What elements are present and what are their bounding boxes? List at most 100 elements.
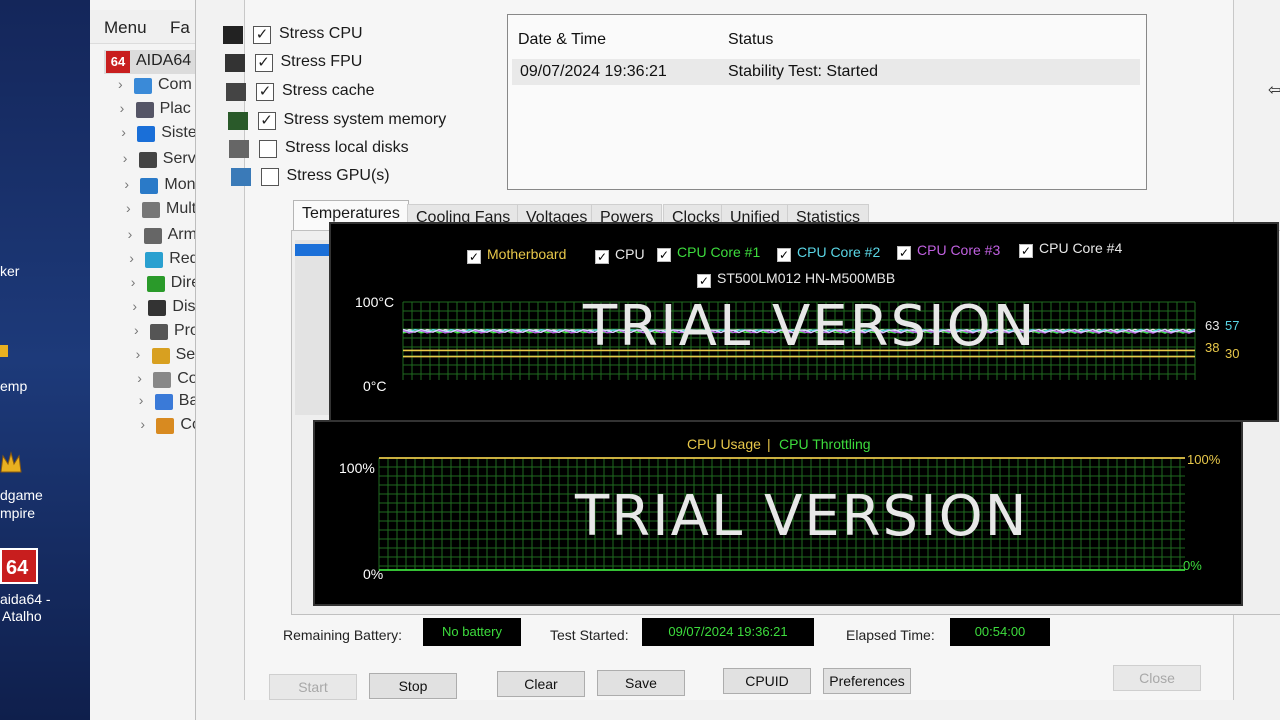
start-button[interactable]: Start xyxy=(269,674,357,700)
benchmark-icon xyxy=(156,418,175,434)
stress-label[interactable]: Stress system memory xyxy=(284,111,447,129)
chevron-right-icon[interactable]: › xyxy=(129,250,134,266)
chevron-right-icon[interactable]: › xyxy=(140,416,145,432)
chevron-right-icon[interactable]: › xyxy=(131,274,136,290)
cpu-icon xyxy=(223,26,243,44)
save-button[interactable]: Save xyxy=(597,670,685,696)
stress-checkbox[interactable]: ✓ xyxy=(253,26,271,44)
tree-root-label: AIDA64 xyxy=(136,52,192,69)
programs-icon xyxy=(150,324,168,340)
tree-item-label: Com xyxy=(158,76,192,93)
aida64-logo-icon: 64 xyxy=(106,51,130,73)
resize-cursor-icon: ⇦ xyxy=(1268,82,1280,99)
stress-checkbox[interactable] xyxy=(259,140,277,158)
config-icon xyxy=(153,372,172,388)
stop-button[interactable]: Stop xyxy=(369,673,457,699)
gpu-icon xyxy=(230,168,251,186)
log-cell-date: 09/07/2024 19:36:21 xyxy=(520,63,667,80)
cpuid-button[interactable]: CPUID xyxy=(723,668,811,694)
close-button[interactable]: Close xyxy=(1113,665,1201,691)
chevron-right-icon[interactable]: › xyxy=(139,392,144,408)
computer-icon xyxy=(134,78,152,94)
chevron-right-icon[interactable]: › xyxy=(137,370,142,386)
xbox-icon xyxy=(146,276,165,292)
test-started-label: Test Started: xyxy=(550,627,629,643)
tree-item-label: Mult xyxy=(166,200,197,217)
temperature-graph: ✓ Motherboard ✓ CPU ✓ CPU Core #1 ✓ CPU Core #2… xyxy=(329,222,1279,422)
trial-watermark: TRIAL VERSION xyxy=(583,294,1037,359)
log-header-date[interactable]: Date & Time xyxy=(518,31,606,49)
system-stability-test-window: ✓ Stress CPU ✓ Stress FPU ✓ Stress cache ✓ Stre… xyxy=(195,0,1280,720)
chevron-right-icon[interactable]: › xyxy=(126,200,131,216)
stress-label[interactable]: Stress GPU(s) xyxy=(287,167,390,185)
fpu-icon xyxy=(224,54,245,72)
memory-icon xyxy=(227,112,248,130)
desktop-label: emp xyxy=(0,378,28,394)
chevron-right-icon[interactable]: › xyxy=(121,124,126,140)
chevron-right-icon[interactable]: › xyxy=(136,346,141,362)
storage-icon xyxy=(143,228,162,244)
status-log: Date & Time Status 09/07/2024 19:36:21 S… xyxy=(507,14,1147,190)
sensor-list-selection[interactable] xyxy=(295,244,329,256)
battery-label: Remaining Battery: xyxy=(283,627,403,643)
stress-checkbox[interactable] xyxy=(260,168,279,186)
test-started-value: 09/07/2024 19:36:21 xyxy=(642,618,814,646)
tree-item-label: Servi xyxy=(162,150,200,167)
device-icon xyxy=(148,300,167,316)
elapsed-time-value: 00:54:00 xyxy=(950,618,1050,646)
database-icon xyxy=(154,394,173,410)
monitor-icon xyxy=(140,178,159,194)
cache-icon xyxy=(226,83,246,101)
chevron-right-icon[interactable]: › xyxy=(120,100,125,116)
stress-checkbox[interactable]: ✓ xyxy=(257,112,276,130)
sensor-list[interactable] xyxy=(295,240,329,415)
stress-label[interactable]: Stress cache xyxy=(282,82,374,100)
desktop-label: Atalho xyxy=(2,608,42,624)
battery-value: No battery xyxy=(423,618,521,646)
value-cpu: 63 xyxy=(1205,318,1220,333)
value-motherboard: 38 xyxy=(1205,340,1220,355)
stress-label[interactable]: Stress local disks xyxy=(285,139,409,157)
log-header-status[interactable]: Status xyxy=(728,31,773,49)
preferences-button[interactable]: Preferences xyxy=(823,668,911,694)
stress-label[interactable]: Stress FPU xyxy=(281,53,363,71)
dialog-content: ✓ Stress CPU ✓ Stress FPU ✓ Stress cache ✓ Stre… xyxy=(223,0,1280,700)
chevron-right-icon[interactable]: › xyxy=(128,226,133,242)
disk-icon xyxy=(229,140,249,158)
chevron-right-icon[interactable]: › xyxy=(118,76,123,92)
clear-button[interactable]: Clear xyxy=(497,671,585,697)
cpu-usage-graph: CPU Usage | CPU Throttling 100% 0% 100% … xyxy=(313,420,1243,606)
server-icon xyxy=(138,152,157,168)
windows-icon xyxy=(137,126,156,142)
stress-checkbox[interactable]: ✓ xyxy=(256,83,274,101)
chevron-right-icon[interactable]: › xyxy=(124,176,129,192)
aida64-shortcut-icon[interactable]: 64 xyxy=(0,548,38,584)
network-icon xyxy=(145,252,164,268)
game-crown-icon[interactable] xyxy=(0,450,22,476)
value-disk: 30 xyxy=(1225,346,1240,361)
chevron-right-icon[interactable]: › xyxy=(132,298,137,314)
elapsed-time-label: Elapsed Time: xyxy=(846,627,935,643)
tree-item-label: Arm xyxy=(167,226,197,243)
speaker-icon xyxy=(142,202,160,218)
stress-label[interactable]: Stress CPU xyxy=(279,25,363,43)
menu-item-menu[interactable]: Menu xyxy=(104,18,147,38)
menu-item-favorites[interactable]: Fa xyxy=(170,18,190,38)
svg-text:64: 64 xyxy=(6,557,29,579)
log-cell-status: Stability Test: Started xyxy=(728,63,878,80)
folder-icon[interactable] xyxy=(0,345,8,357)
desktop-label: dgame xyxy=(0,487,43,503)
shield-icon xyxy=(151,348,170,364)
tree-item-label: Plac xyxy=(159,100,191,117)
chevron-right-icon[interactable]: › xyxy=(134,322,139,338)
desktop-label: mpire xyxy=(0,505,36,521)
tree-item-label: Siste xyxy=(161,124,197,141)
chevron-right-icon[interactable]: › xyxy=(123,150,128,166)
trial-watermark: TRIAL VERSION xyxy=(575,484,1029,549)
value-core: 57 xyxy=(1225,318,1240,333)
tree-item-label: Mon xyxy=(164,176,196,193)
stress-checkbox[interactable]: ✓ xyxy=(254,54,273,72)
desktop-label: ker xyxy=(0,263,20,279)
motherboard-icon xyxy=(135,102,154,118)
desktop-label: aida64 - xyxy=(0,591,51,607)
